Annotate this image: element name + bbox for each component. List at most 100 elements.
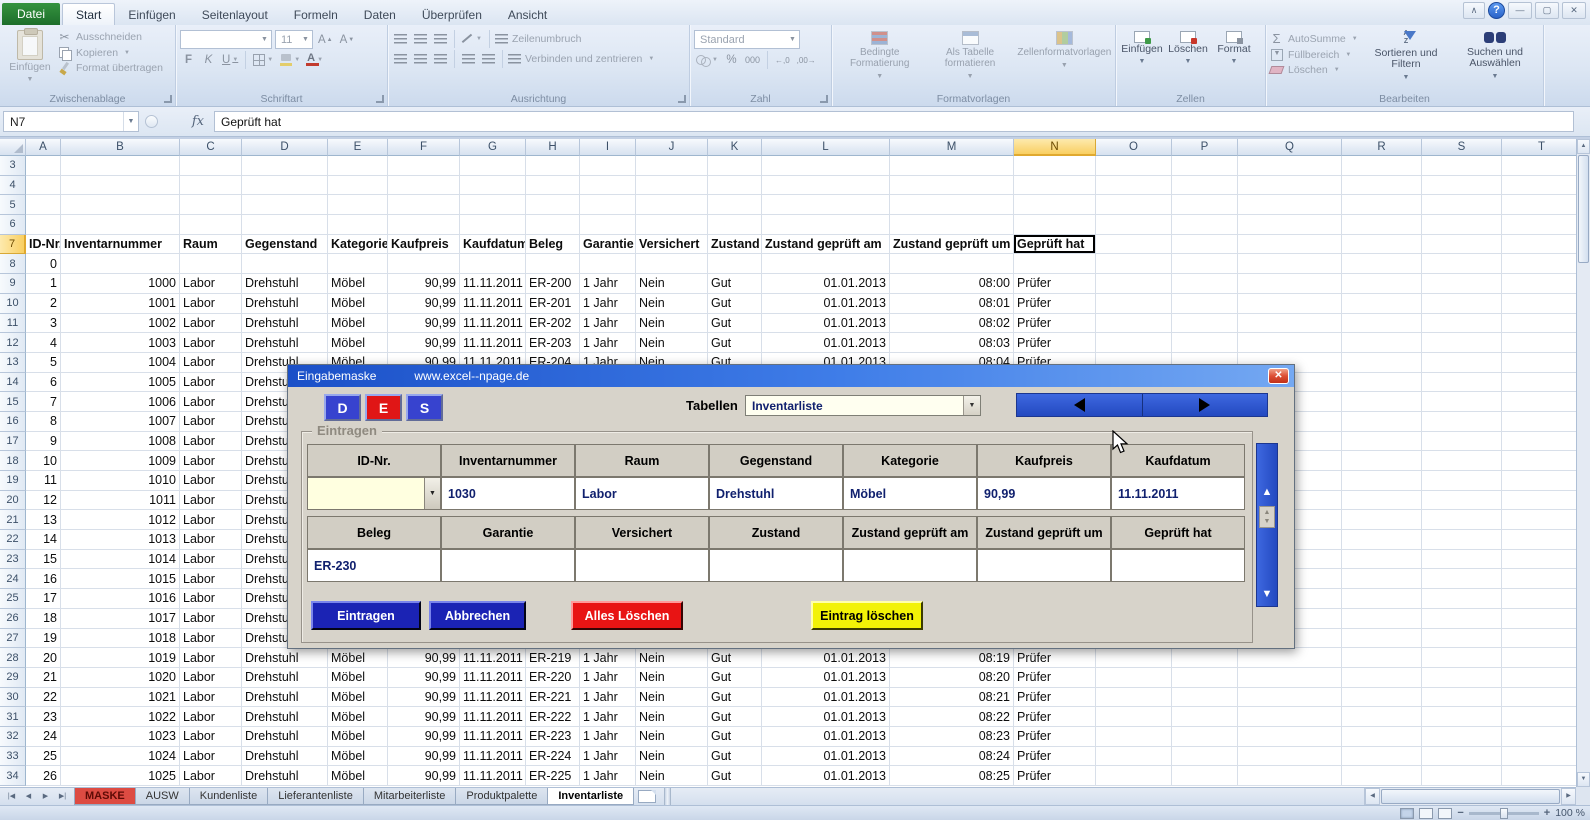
cell-E10[interactable]: Möbel <box>328 294 388 314</box>
cell-B29[interactable]: 1020 <box>61 668 180 688</box>
cell-E11[interactable]: Möbel <box>328 314 388 334</box>
cell-A11[interactable]: 3 <box>26 314 61 334</box>
cell-E32[interactable]: Möbel <box>328 727 388 747</box>
cell-H7[interactable]: Beleg <box>526 235 580 255</box>
cell-H34[interactable]: ER-225 <box>526 766 580 786</box>
cell-H30[interactable]: ER-221 <box>526 688 580 708</box>
cell-O29[interactable] <box>1096 668 1172 688</box>
cell-F8[interactable] <box>388 254 460 274</box>
s-button[interactable]: S <box>406 394 443 421</box>
cell-A21[interactable]: 13 <box>26 510 61 530</box>
cell-J11[interactable]: Nein <box>636 314 708 334</box>
cell-A15[interactable]: 7 <box>26 392 61 412</box>
field-value-raum[interactable]: Labor <box>575 477 709 510</box>
cell-I31[interactable]: 1 Jahr <box>580 707 636 727</box>
cell-L7[interactable]: Zustand geprüft am <box>762 235 890 255</box>
cell-T17[interactable] <box>1502 432 1576 452</box>
cell-B31[interactable]: 1022 <box>61 707 180 727</box>
cell-R26[interactable] <box>1342 609 1422 629</box>
page-break-view-icon[interactable] <box>1438 808 1452 819</box>
field-value-zustand-geprüft-um[interactable] <box>977 549 1111 582</box>
cell-S21[interactable] <box>1422 510 1502 530</box>
cell-A13[interactable]: 5 <box>26 353 61 373</box>
row-header-11[interactable]: 11 <box>0 314 26 334</box>
cell-I32[interactable]: 1 Jahr <box>580 727 636 747</box>
cell-C24[interactable]: Labor <box>180 569 242 589</box>
cell-K4[interactable] <box>708 176 762 196</box>
cell-S20[interactable] <box>1422 491 1502 511</box>
cell-L11[interactable]: 01.01.2013 <box>762 314 890 334</box>
cell-B27[interactable]: 1018 <box>61 629 180 649</box>
cell-T15[interactable] <box>1502 392 1576 412</box>
cell-T12[interactable] <box>1502 333 1576 353</box>
cell-J34[interactable]: Nein <box>636 766 708 786</box>
row-header-7[interactable]: 7 <box>0 235 26 255</box>
cell-A7[interactable]: ID-Nr. <box>26 235 61 255</box>
column-header-E[interactable]: E <box>328 139 388 156</box>
cell-C29[interactable]: Labor <box>180 668 242 688</box>
cell-P4[interactable] <box>1172 176 1238 196</box>
cell-J9[interactable]: Nein <box>636 274 708 294</box>
tab-splitter-handle[interactable] <box>664 788 671 805</box>
row-header-15[interactable]: 15 <box>0 392 26 412</box>
cell-M11[interactable]: 08:02 <box>890 314 1014 334</box>
row-header-6[interactable]: 6 <box>0 215 26 235</box>
dialog-scrollbar[interactable]: ▲ ▲ ▼ ▼ <box>1256 443 1278 607</box>
field-value-kaufdatum[interactable]: 11.11.2011 <box>1111 477 1245 510</box>
tab-ansicht[interactable]: Ansicht <box>495 4 560 25</box>
cell-T3[interactable] <box>1502 156 1576 176</box>
cell-C8[interactable] <box>180 254 242 274</box>
cell-M3[interactable] <box>890 156 1014 176</box>
cell-A29[interactable]: 21 <box>26 668 61 688</box>
cell-C3[interactable] <box>180 156 242 176</box>
cell-C22[interactable]: Labor <box>180 530 242 550</box>
cell-R8[interactable] <box>1342 254 1422 274</box>
cell-M5[interactable] <box>890 195 1014 215</box>
cell-P10[interactable] <box>1172 294 1238 314</box>
increase-indent-button[interactable] <box>480 50 497 68</box>
column-header-N[interactable]: N <box>1014 139 1096 156</box>
cell-R7[interactable] <box>1342 235 1422 255</box>
underline-button[interactable]: U▼ <box>220 51 240 69</box>
cell-D6[interactable] <box>242 215 328 235</box>
cell-H10[interactable]: ER-201 <box>526 294 580 314</box>
align-left-button[interactable] <box>392 50 409 68</box>
cell-R13[interactable] <box>1342 353 1422 373</box>
cell-I5[interactable] <box>580 195 636 215</box>
paste-button[interactable]: Einfügen ▼ <box>3 28 57 85</box>
cell-K30[interactable]: Gut <box>708 688 762 708</box>
cell-B28[interactable]: 1019 <box>61 648 180 668</box>
sheet-tab-mitarbeiterliste[interactable]: Mitarbeiterliste <box>363 788 457 805</box>
cell-M8[interactable] <box>890 254 1014 274</box>
cell-O9[interactable] <box>1096 274 1172 294</box>
scroll-up-icon[interactable]: ▲ <box>1577 139 1590 154</box>
cell-D33[interactable]: Drehstuhl <box>242 747 328 767</box>
cell-P12[interactable] <box>1172 333 1238 353</box>
cell-C12[interactable]: Labor <box>180 333 242 353</box>
cell-N11[interactable]: Prüfer <box>1014 314 1096 334</box>
minimize-button[interactable]: — <box>1508 2 1532 19</box>
cell-F5[interactable] <box>388 195 460 215</box>
font-name-select[interactable]: ▼ <box>180 30 272 49</box>
increase-decimal-button[interactable]: ←,0 <box>773 51 792 69</box>
cell-C27[interactable]: Labor <box>180 629 242 649</box>
row-header-5[interactable]: 5 <box>0 195 26 215</box>
tab-datei[interactable]: Datei <box>2 3 60 25</box>
cell-A22[interactable]: 14 <box>26 530 61 550</box>
vertical-scroll-thumb[interactable] <box>1578 155 1589 263</box>
cell-C5[interactable] <box>180 195 242 215</box>
format-as-table-button[interactable]: Als Tabelle formatieren ▼ <box>924 28 1015 91</box>
cell-A25[interactable]: 17 <box>26 589 61 609</box>
cell-B17[interactable]: 1008 <box>61 432 180 452</box>
cell-I4[interactable] <box>580 176 636 196</box>
cell-E29[interactable]: Möbel <box>328 668 388 688</box>
cell-G9[interactable]: 11.11.2011 <box>460 274 526 294</box>
cell-T21[interactable] <box>1502 510 1576 530</box>
cell-F11[interactable]: 90,99 <box>388 314 460 334</box>
cell-S25[interactable] <box>1422 589 1502 609</box>
cell-J10[interactable]: Nein <box>636 294 708 314</box>
cell-P6[interactable] <box>1172 215 1238 235</box>
cell-S27[interactable] <box>1422 629 1502 649</box>
cell-O3[interactable] <box>1096 156 1172 176</box>
column-header-Q[interactable]: Q <box>1238 139 1342 156</box>
